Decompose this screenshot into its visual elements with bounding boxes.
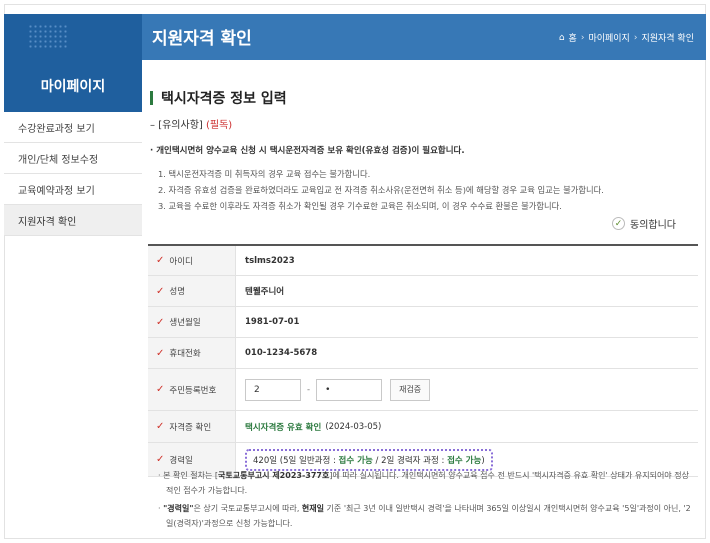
breadcrumb-home[interactable]: 홈	[569, 31, 577, 44]
table-row: ✓ 주민등록번호 2 - • 재검증	[148, 369, 698, 411]
title-accent-bar	[150, 91, 153, 105]
check-icon: ✓	[156, 384, 165, 395]
agree-checkbox[interactable]: ✓ 동의합니다	[612, 216, 676, 231]
user-id-value: tslms2023	[245, 255, 295, 266]
footnote: · "경력일"은 상기 국토교통부고시에 따라, 현재일 기준 '최근 3년 이…	[156, 501, 696, 531]
rrn-dash: -	[307, 384, 311, 395]
row-label: ✓ 주민등록번호	[148, 369, 236, 410]
list-item: 1. 택시운전자격증 미 취득자의 경우 교육 접수는 불가합니다.	[158, 169, 371, 179]
info-table: ✓ 아이디 tslms2023 ✓ 성명 텐웰주니어 ✓ 생년월일 1981-07-0…	[148, 244, 698, 477]
row-label: ✓ 아이디	[148, 246, 236, 275]
sidebar-menu: 수강완료과정 보기 개인/단체 정보수정 교육예약과정 보기 지원자격 확인	[4, 112, 142, 236]
footnote-text: 본 확인 절차는 [	[163, 471, 219, 480]
rrn-second-input[interactable]: •	[316, 378, 383, 401]
footnote-emphasis: "경력일"	[163, 504, 194, 513]
footnote-text: 은 상기 국토교통부고시에 따라,	[193, 504, 302, 513]
footnote-emphasis: 국토교통부고시 제2023-377호	[218, 471, 330, 480]
notice-main: · 개인택시면허 양수교육 신청 시 택시운전자격증 보유 확인(유효성 검증)…	[150, 144, 465, 156]
sidebar-item-completed-courses[interactable]: 수강완료과정 보기	[4, 112, 142, 143]
career-days: 420일	[253, 455, 278, 466]
cert-status: 택시자격증 유효 확인	[245, 422, 322, 433]
check-icon: ✓	[156, 255, 165, 266]
breadcrumb-separator-icon: ›	[633, 32, 638, 43]
row-label-text: 휴대전화	[169, 349, 201, 359]
sidebar-item-edit-info[interactable]: 개인/단체 정보수정	[4, 143, 142, 174]
name-value: 텐웰주니어	[245, 287, 285, 297]
career-text: / 2일 경력자 과정 :	[372, 455, 448, 466]
notice-required: (필독)	[205, 120, 233, 131]
row-label: ✓ 자격증 확인	[148, 411, 236, 442]
career-status-regular: 접수 가능	[338, 455, 373, 466]
list-item: 2. 자격증 유효성 검증을 완료하였더라도 교육입교 전 자격증 취소사유(운…	[158, 185, 604, 195]
list-item: 3. 교육을 수료한 이후라도 자격증 취소가 확인될 경우 기수료한 교육은 …	[158, 201, 562, 211]
sidebar-item-reserved-courses[interactable]: 교육예약과정 보기	[4, 174, 142, 205]
notice-heading: – [유의사항] (필독)	[150, 116, 232, 131]
footnote-emphasis: 현재일	[301, 504, 325, 513]
table-row: ✓ 성명 텐웰주니어	[148, 276, 698, 307]
row-label: ✓ 생년월일	[148, 307, 236, 337]
row-label: ✓ 성명	[148, 276, 236, 306]
career-text: )	[481, 455, 485, 466]
rrn-cell: 2 - • 재검증	[236, 369, 698, 410]
row-label-text: 아이디	[169, 256, 193, 267]
dots-pattern	[28, 24, 68, 48]
page-header: 지원자격 확인 ⌂ 홈 › 마이페이지 › 지원자격 확인	[142, 14, 706, 60]
recheck-button[interactable]: 재검증	[390, 378, 431, 401]
birthdate-value: 1981-07-01	[245, 317, 300, 327]
agree-label: 동의합니다	[630, 220, 676, 231]
dash-icon: –	[150, 120, 159, 131]
table-row: ✓ 아이디 tslms2023	[148, 246, 698, 276]
notice-main-text: 개인택시면허 양수교육 신청 시 택시운전자격증 보유 확인(유효성 검증)이 …	[156, 146, 465, 156]
notice-list: 1. 택시운전자격증 미 취득자의 경우 교육 접수는 불가합니다. 2. 자격…	[158, 166, 604, 214]
breadcrumb-mypage[interactable]: 마이페이지	[588, 31, 629, 44]
sidebar-item-qualification-check[interactable]: 지원자격 확인	[4, 205, 142, 236]
row-label-text: 성명	[169, 287, 186, 297]
notice-label: [유의사항]	[158, 120, 203, 131]
breadcrumb: ⌂ 홈 › 마이페이지 › 지원자격 확인	[559, 31, 694, 45]
career-status-experienced: 접수 가능	[447, 455, 482, 466]
row-label-text: 자격증 확인	[169, 422, 212, 433]
breadcrumb-current: 지원자격 확인	[641, 34, 694, 44]
section-title: 택시자격증 정보 입력	[150, 88, 287, 108]
section-title-text: 택시자격증 정보 입력	[161, 91, 287, 107]
row-label: ✓ 휴대전화	[148, 338, 236, 368]
breadcrumb-separator-icon: ›	[580, 32, 585, 43]
table-row: ✓ 생년월일 1981-07-01	[148, 307, 698, 338]
footnote: · 본 확인 절차는 [국토교통부고시 제2023-377호]에 따라 실시됩니…	[156, 468, 696, 498]
page-title: 지원자격 확인	[152, 29, 252, 49]
check-icon: ✓	[156, 285, 165, 297]
row-label-text: 경력일	[169, 455, 193, 466]
check-icon: ✓	[156, 347, 165, 359]
check-icon: ✓	[156, 454, 165, 465]
check-icon: ✓	[156, 421, 165, 432]
career-text: (5일 일반과정 :	[279, 455, 339, 466]
footnotes: · 본 확인 절차는 [국토교통부고시 제2023-377호]에 따라 실시됩니…	[156, 468, 696, 534]
cert-cell: 택시자격증 유효 확인 (2024-03-05)	[236, 411, 698, 442]
table-row: ✓ 자격증 확인 택시자격증 유효 확인 (2024-03-05)	[148, 411, 698, 443]
check-icon: ✓	[156, 316, 165, 328]
row-label-text: 주민등록번호	[169, 385, 217, 396]
check-circle-icon[interactable]: ✓	[612, 217, 625, 230]
phone-value: 010-1234-5678	[245, 348, 318, 358]
row-label-text: 생년월일	[169, 318, 201, 328]
cert-date: (2024-03-05)	[325, 421, 382, 432]
home-icon[interactable]: ⌂	[559, 33, 565, 43]
table-row: ✓ 휴대전화 010-1234-5678	[148, 338, 698, 369]
rrn-first-input[interactable]: 2	[245, 378, 301, 401]
sidebar-title: 마이페이지	[4, 60, 142, 112]
sidebar-banner	[4, 14, 142, 60]
